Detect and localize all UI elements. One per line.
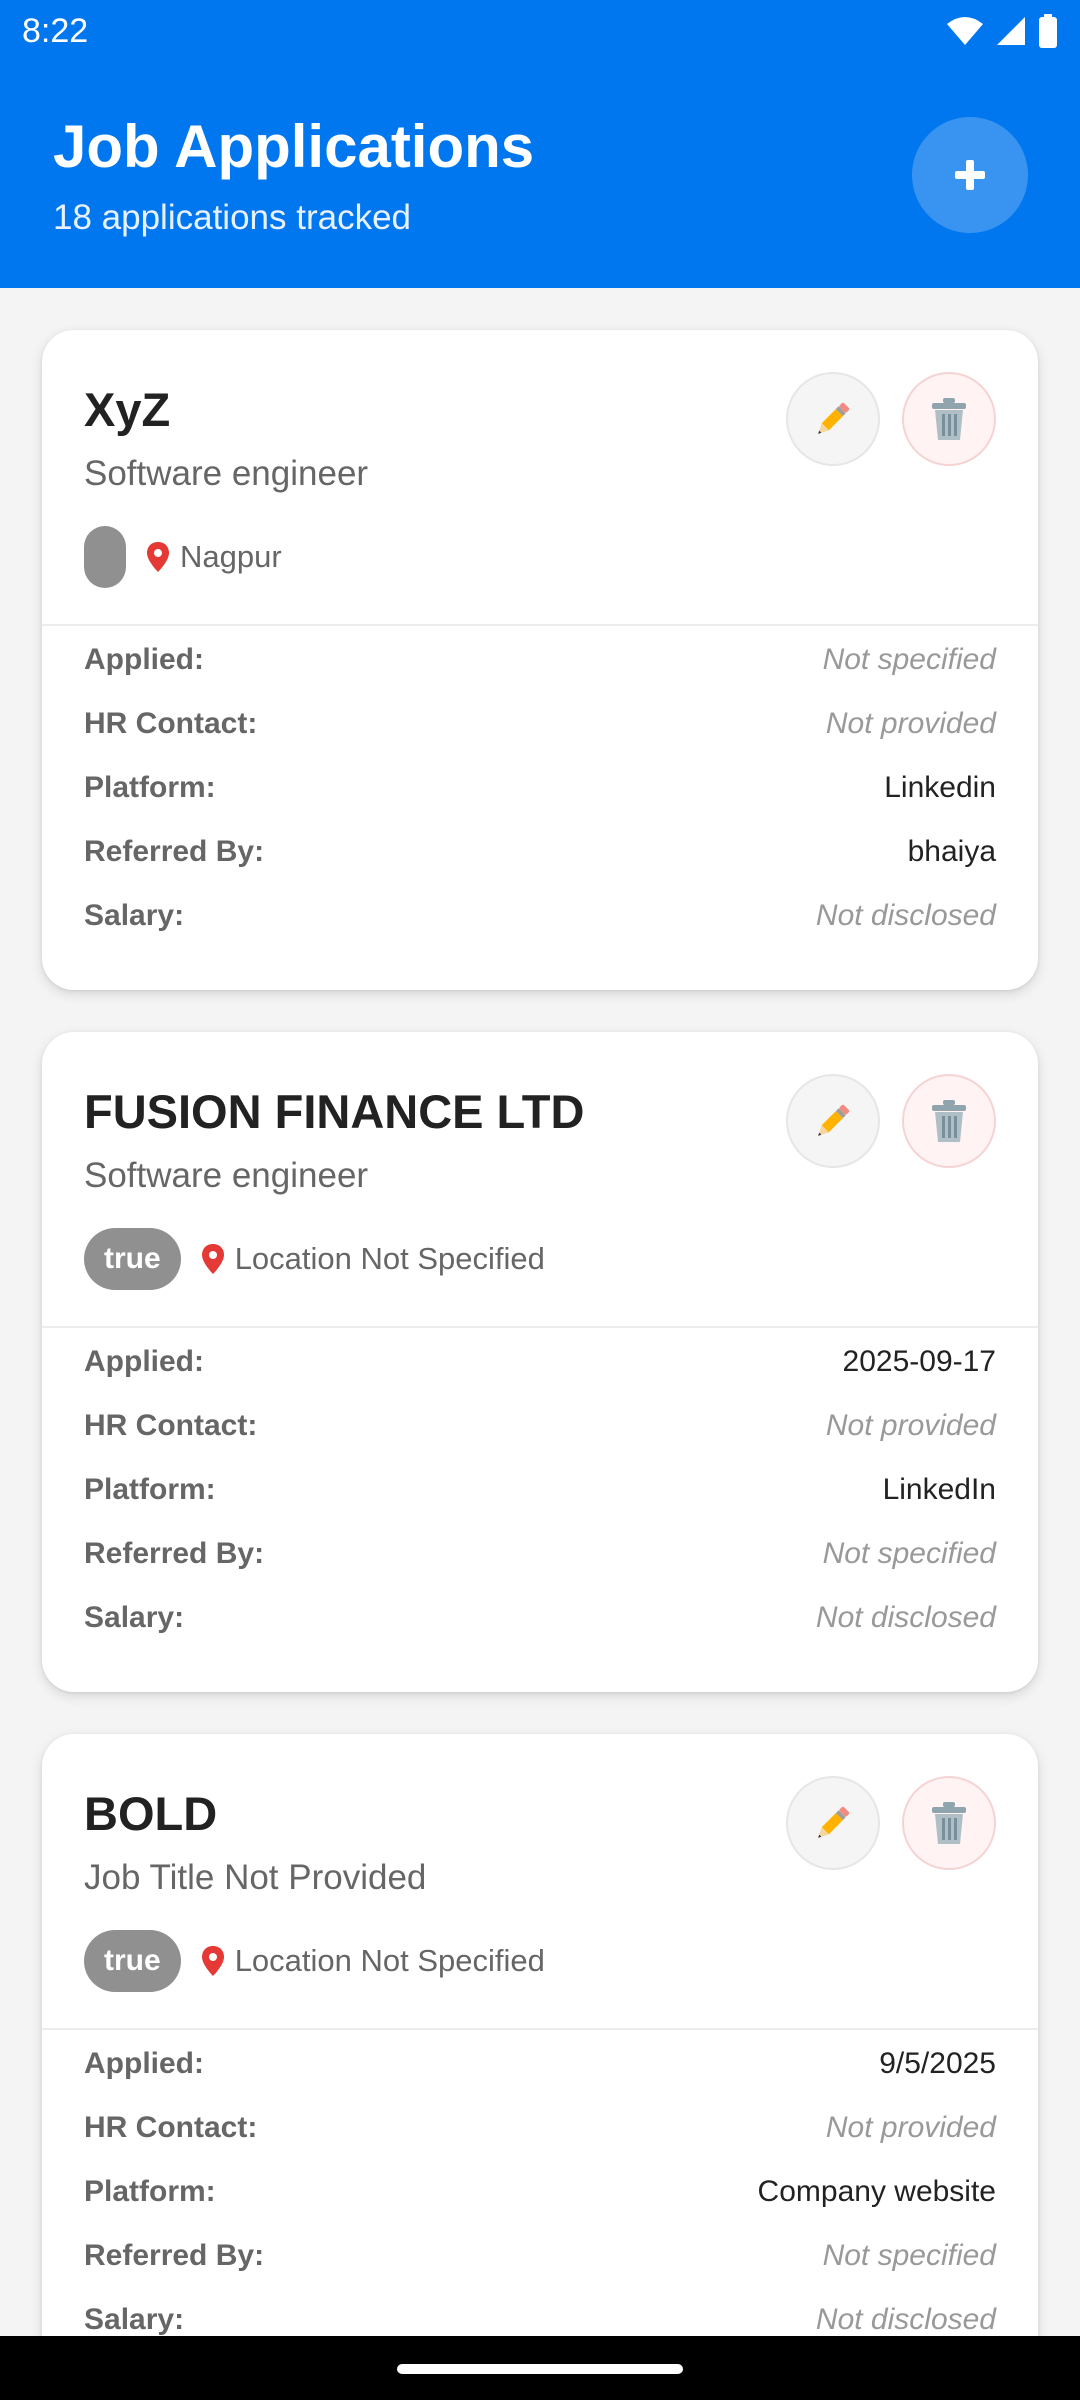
- location: Location Not Specified: [201, 1241, 545, 1277]
- location-text: Location Not Specified: [234, 1241, 545, 1276]
- location-text: Nagpur: [180, 539, 282, 574]
- status-time: 8:22: [22, 12, 89, 50]
- app-screen: 8:22 Job Applications 18 applications tr…: [0, 0, 1080, 2400]
- location-text: Location Not Specified: [234, 1943, 545, 1978]
- applied-row: Applied: Not specified: [84, 638, 996, 682]
- referred-by-row: Referred By: bhaiya: [84, 830, 996, 874]
- app-header: 8:22 Job Applications 18 applications tr…: [0, 0, 1080, 288]
- hr-contact-value: Not provided: [825, 707, 996, 740]
- hr-contact-row: HR Contact: Not provided: [84, 702, 996, 746]
- referred-by-value: bhaiya: [907, 835, 996, 868]
- referred-by-label: Referred By:: [84, 835, 265, 868]
- platform-label: Platform:: [84, 2175, 216, 2208]
- plus-icon: [955, 160, 985, 190]
- job-title: Software engineer: [84, 1156, 369, 1195]
- status-bar: 8:22: [0, 0, 1080, 64]
- trash-icon: [932, 1802, 966, 1844]
- hr-contact-row: HR Contact: Not provided: [84, 1404, 996, 1448]
- applied-value: 2025-09-17: [842, 1345, 996, 1378]
- status-badge: true: [84, 1930, 181, 1992]
- referred-by-row: Referred By: Not specified: [84, 1532, 996, 1576]
- trash-icon: [932, 1100, 966, 1142]
- application-card[interactable]: FUSION FINANCE LTD Software engineer tru…: [42, 1032, 1038, 1692]
- applied-value: Not specified: [822, 643, 996, 676]
- salary-row: Salary: Not disclosed: [84, 894, 996, 938]
- pencil-icon: [818, 402, 850, 434]
- referred-by-row: Referred By: Not specified: [84, 2234, 996, 2278]
- salary-label: Salary:: [84, 2303, 185, 2336]
- applied-label: Applied:: [84, 1345, 204, 1378]
- referred-by-label: Referred By:: [84, 2239, 265, 2272]
- salary-value: Not disclosed: [815, 2303, 996, 2336]
- referred-by-label: Referred By:: [84, 1537, 265, 1570]
- location-pin-icon: [201, 1244, 224, 1274]
- home-gesture-handle[interactable]: [397, 2364, 683, 2374]
- card-header: BOLD Job Title Not Provided true Locatio…: [42, 1734, 1038, 2030]
- pencil-icon: [818, 1104, 850, 1136]
- company-name: XyZ: [84, 383, 171, 436]
- battery-icon: [1039, 14, 1057, 48]
- application-card[interactable]: XyZ Software engineer Nagpur Applied: No…: [42, 330, 1038, 990]
- hr-contact-value: Not provided: [825, 1409, 996, 1442]
- location: Location Not Specified: [201, 1943, 545, 1979]
- delete-button[interactable]: [902, 372, 996, 466]
- pencil-icon: [818, 1806, 850, 1838]
- hr-contact-label: HR Contact:: [84, 1409, 258, 1442]
- edit-button[interactable]: [786, 1074, 880, 1168]
- platform-value: Linkedin: [884, 771, 996, 804]
- delete-button[interactable]: [902, 1074, 996, 1168]
- referred-by-value: Not specified: [822, 2239, 996, 2272]
- job-title: Software engineer: [84, 454, 369, 493]
- location-pin-icon: [201, 1946, 224, 1976]
- platform-value: Company website: [757, 2175, 996, 2208]
- signal-icon: [997, 17, 1025, 45]
- applications-count: 18 applications tracked: [53, 198, 411, 237]
- hr-contact-value: Not provided: [825, 2111, 996, 2144]
- page-title: Job Applications: [53, 113, 535, 180]
- salary-label: Salary:: [84, 899, 185, 932]
- status-badge: [84, 526, 126, 588]
- status-icons: [946, 14, 1058, 48]
- card-header: XyZ Software engineer Nagpur: [42, 330, 1038, 626]
- location-pin-icon: [147, 542, 169, 572]
- delete-button[interactable]: [902, 1776, 996, 1870]
- hr-contact-label: HR Contact:: [84, 707, 258, 740]
- company-name: BOLD: [84, 1787, 218, 1840]
- salary-row: Salary: Not disclosed: [84, 1596, 996, 1640]
- applied-row: Applied: 2025-09-17: [84, 1340, 996, 1384]
- platform-row: Platform: Linkedin: [84, 766, 996, 810]
- trash-icon: [932, 398, 966, 440]
- card-tags: true Location Not Specified: [84, 1228, 545, 1290]
- card-tags: true Location Not Specified: [84, 1930, 545, 1992]
- hr-contact-label: HR Contact:: [84, 2111, 258, 2144]
- salary-value: Not disclosed: [815, 1601, 996, 1634]
- card-header: FUSION FINANCE LTD Software engineer tru…: [42, 1032, 1038, 1328]
- card-tags: Nagpur: [84, 526, 282, 588]
- platform-label: Platform:: [84, 771, 216, 804]
- applied-value: 9/5/2025: [879, 2047, 996, 2080]
- application-card[interactable]: BOLD Job Title Not Provided true Locatio…: [42, 1734, 1038, 2394]
- add-application-button[interactable]: [912, 117, 1028, 233]
- location: Nagpur: [146, 539, 282, 575]
- company-name: FUSION FINANCE LTD: [84, 1085, 585, 1138]
- referred-by-value: Not specified: [822, 1537, 996, 1570]
- edit-button[interactable]: [786, 1776, 880, 1870]
- salary-label: Salary:: [84, 1601, 185, 1634]
- platform-value: LinkedIn: [882, 1473, 996, 1506]
- applied-label: Applied:: [84, 2047, 204, 2080]
- applied-label: Applied:: [84, 643, 204, 676]
- platform-row: Platform: Company website: [84, 2170, 996, 2214]
- salary-value: Not disclosed: [815, 899, 996, 932]
- hr-contact-row: HR Contact: Not provided: [84, 2106, 996, 2150]
- applied-row: Applied: 9/5/2025: [84, 2042, 996, 2086]
- wifi-icon: [947, 17, 983, 45]
- platform-row: Platform: LinkedIn: [84, 1468, 996, 1512]
- status-badge: true: [84, 1228, 181, 1290]
- edit-button[interactable]: [786, 372, 880, 466]
- job-title: Job Title Not Provided: [84, 1858, 427, 1897]
- platform-label: Platform:: [84, 1473, 216, 1506]
